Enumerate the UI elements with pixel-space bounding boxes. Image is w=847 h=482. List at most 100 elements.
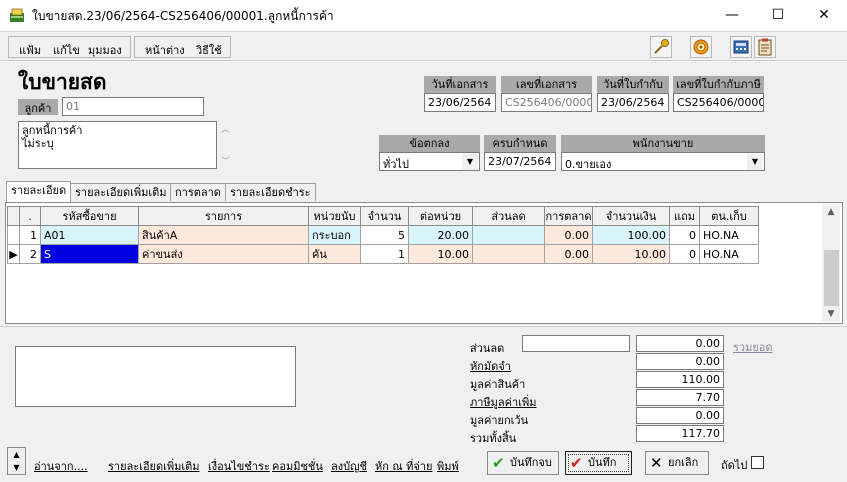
clipboard-tool-button[interactable]	[754, 36, 776, 58]
col-header-no[interactable]: .	[19, 206, 41, 226]
maximize-button[interactable]: ☐	[755, 0, 801, 30]
commission-link[interactable]: คอมมิชชั่น	[272, 457, 323, 475]
tab-details[interactable]: รายละเอียด	[6, 181, 72, 202]
payment-terms-link[interactable]: เงื่อนไขชำระ	[208, 457, 270, 475]
scroll-down-icon[interactable]: ﹀	[221, 154, 230, 167]
customer-code-input[interactable]: 01	[62, 97, 204, 116]
discount-value[interactable]: 0.00	[636, 335, 724, 352]
amount-cell: 100.00	[592, 225, 670, 245]
spin-control[interactable]: ▲ ▼	[7, 447, 26, 475]
tab-more-details[interactable]: รายละเอียดเพิ่มเติม	[70, 183, 172, 201]
read-from-link[interactable]: อ่านจาก....	[34, 457, 88, 475]
save-button[interactable]: ✔ บันทึก	[565, 451, 632, 475]
col-header-store[interactable]: ตน.เก็บ	[699, 206, 759, 226]
key-icon	[654, 39, 669, 54]
col-header-unit[interactable]: หน่วยนับ	[308, 206, 361, 226]
salesperson-select[interactable]: 0.ขายเอง ▼	[561, 152, 765, 171]
tax-date-header: วันที่ใบกำกับ	[597, 76, 669, 93]
menu-help[interactable]: วิธีใช้	[196, 41, 222, 59]
unit-price-cell[interactable]: 20.00	[408, 225, 473, 245]
print-link[interactable]: พิมพ์	[437, 457, 459, 475]
key-tool-button[interactable]	[650, 36, 672, 58]
store-cell[interactable]: HO.NA	[699, 244, 759, 264]
col-header-code[interactable]: รหัสซื้อขาย	[40, 206, 139, 226]
vat-label[interactable]: ภาษีมูลค่าเพิ่ม	[470, 393, 536, 411]
col-header-item[interactable]: รายการ	[138, 206, 309, 226]
scroll-down-arrow-icon[interactable]: ▼	[822, 306, 840, 322]
qty-cell[interactable]: 1	[360, 244, 409, 264]
terms-header: ข้อตกลง	[379, 135, 480, 152]
items-grid[interactable]: . รหัสซื้อขาย รายการ หน่วยนับ จำนวน ต่อห…	[5, 202, 843, 324]
spin-down-icon[interactable]: ▼	[8, 461, 25, 474]
save-close-button[interactable]: ✔ บันทึกจบ	[487, 451, 559, 475]
close-icon: ✕	[650, 454, 663, 472]
row-indicator-header	[7, 206, 20, 226]
deposit-label[interactable]: หักมัดจำ	[470, 357, 511, 375]
table-row[interactable]: 1 A01 สินค้าA กระบอก 5 20.00 0.00 100.00…	[7, 225, 759, 245]
marketing-cell[interactable]: 0.00	[544, 244, 593, 264]
total-link[interactable]: รวมยอด	[733, 338, 773, 356]
qty-cell[interactable]: 5	[360, 225, 409, 245]
chevron-down-icon[interactable]: ▼	[462, 154, 478, 170]
menu-edit[interactable]: แก้ไข	[53, 41, 80, 59]
col-header-marketing[interactable]: การตลาด	[544, 206, 593, 226]
menu-window[interactable]: หน้าต่าง	[145, 41, 185, 59]
menu-view[interactable]: มุมมอง	[88, 41, 122, 59]
unit-cell[interactable]: คัน	[308, 244, 361, 264]
close-button[interactable]: ✕	[801, 0, 847, 30]
doc-no-header: เลขที่เอกสาร	[501, 76, 592, 93]
customer-name-box[interactable]: ลูกหนี้การค้า ไม่ระบุ	[18, 121, 217, 169]
calculator-tool-button[interactable]	[730, 36, 752, 58]
post-account-link[interactable]: ลงบัญชี	[331, 457, 367, 475]
free-cell[interactable]: 0	[669, 225, 700, 245]
item-code-cell[interactable]: A01	[40, 225, 139, 245]
scroll-up-icon[interactable]: ︿	[221, 122, 230, 135]
tax-no-input[interactable]: CS256406/00001	[673, 93, 764, 112]
checkmark-icon: ✔	[570, 454, 583, 472]
target-tool-button[interactable]	[690, 36, 712, 58]
scroll-up-arrow-icon[interactable]: ▲	[822, 204, 840, 220]
discount-text-input[interactable]	[522, 335, 630, 352]
withholding-link[interactable]: หัก ณ ที่จ่าย	[375, 457, 432, 475]
menu-file[interactable]: แฟ้ม	[19, 41, 41, 59]
col-header-unit-price[interactable]: ต่อหน่วย	[408, 206, 473, 226]
due-date-input[interactable]: 23/07/2564	[484, 152, 556, 171]
marketing-cell[interactable]: 0.00	[544, 225, 593, 245]
col-header-discount[interactable]: ส่วนลด	[472, 206, 545, 226]
remarks-box[interactable]	[15, 346, 296, 407]
customer-label: ลูกค้า	[18, 99, 58, 115]
app-icon	[10, 8, 24, 22]
current-row-indicator: ▶	[7, 244, 20, 264]
terms-select[interactable]: ทั่วไป ▼	[379, 152, 480, 171]
discount-cell[interactable]	[472, 225, 545, 245]
cancel-button[interactable]: ✕ ยกเลิก	[645, 451, 709, 475]
unit-cell[interactable]: กระบอก	[308, 225, 361, 245]
item-code-cell[interactable]: S	[40, 244, 139, 264]
doc-date-input[interactable]: 23/06/2564	[424, 93, 496, 112]
next-checkbox[interactable]	[751, 456, 764, 469]
item-name-cell[interactable]: ค่าขนส่ง	[138, 244, 309, 264]
scrollbar-thumb[interactable]	[824, 250, 839, 306]
col-header-qty[interactable]: จำนวน	[360, 206, 409, 226]
store-cell[interactable]: HO.NA	[699, 225, 759, 245]
col-header-free[interactable]: แถม	[669, 206, 700, 226]
tab-payment-details[interactable]: รายละเอียดชำระ	[225, 183, 316, 201]
doc-no-input[interactable]: CS256406/00001	[501, 93, 592, 112]
tax-date-input[interactable]: 23/06/2564	[597, 93, 669, 112]
col-header-amount[interactable]: จำนวนเงิน	[592, 206, 670, 226]
tab-marketing[interactable]: การตลาด	[170, 183, 226, 201]
grid-scrollbar[interactable]: ▲ ▼	[822, 204, 840, 322]
free-cell[interactable]: 0	[669, 244, 700, 264]
amount-cell: 10.00	[592, 244, 670, 264]
more-detail-link[interactable]: รายละเอียดเพิ่มเติม	[108, 457, 200, 475]
window-title: ใบขายสด.23/06/2564-CS256406/00001.ลูกหนี…	[32, 9, 334, 23]
spin-up-icon[interactable]: ▲	[8, 448, 25, 461]
minimize-button[interactable]: —	[709, 0, 755, 30]
discount-cell[interactable]	[472, 244, 545, 264]
chevron-down-icon[interactable]: ▼	[747, 154, 763, 170]
item-name-cell[interactable]: สินค้าA	[138, 225, 309, 245]
calculator-icon	[733, 40, 749, 54]
unit-price-cell[interactable]: 10.00	[408, 244, 473, 264]
next-label: ถัดไป	[721, 459, 748, 472]
table-row[interactable]: ▶ 2 S ค่าขนส่ง คัน 1 10.00 0.00 10.00 0 …	[7, 244, 759, 264]
